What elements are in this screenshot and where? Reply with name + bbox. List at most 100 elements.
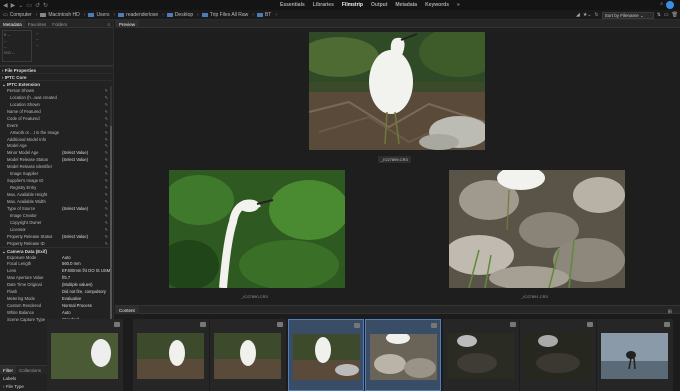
tab-preview[interactable]: Preview	[115, 20, 140, 28]
breadcrumb-item[interactable]: Macintosh HD ›	[40, 12, 85, 18]
pencil-icon[interactable]: ✎	[105, 102, 108, 107]
workspace-libraries[interactable]: Libraries	[313, 2, 334, 8]
thumbnail-cell-selected[interactable]	[288, 319, 364, 391]
breadcrumb-item[interactable]: Trip Files All Raw ›	[201, 12, 254, 18]
pencil-icon[interactable]: ✎	[105, 150, 108, 155]
tab-collections[interactable]: Collections	[16, 366, 44, 374]
section-camera-data[interactable]: ⌄ Camera Data (Exif)	[0, 246, 113, 254]
workspace-output[interactable]: Output	[371, 2, 387, 8]
pencil-icon[interactable]: ✎	[105, 130, 108, 135]
pencil-icon[interactable]: ✎	[105, 137, 108, 142]
metadata-row[interactable]: Exposure Mode Auto	[0, 254, 113, 261]
metadata-row-value[interactable]: Auto	[62, 310, 71, 315]
metadata-row[interactable]: Max. Available Height ✎	[0, 191, 113, 198]
metadata-row[interactable]: Property Release ID ✎	[0, 240, 113, 247]
recent-icon[interactable]: ⌄	[18, 2, 23, 9]
pencil-icon[interactable]: ✎	[105, 220, 108, 225]
pencil-icon[interactable]: ✎	[105, 123, 108, 128]
user-avatar-icon[interactable]	[666, 1, 674, 9]
pencil-icon[interactable]: ✎	[105, 109, 108, 114]
back-icon[interactable]: ◀	[3, 2, 8, 9]
metadata-row[interactable]: Property Release Status (Select Value) ✎	[0, 233, 113, 240]
quality-icon[interactable]: ◢	[576, 12, 580, 18]
metadata-row-value[interactable]: f/5.7	[62, 275, 70, 280]
redo-icon[interactable]: ↻	[43, 2, 48, 9]
tab-metadata[interactable]: Metadata	[0, 20, 25, 27]
tab-favorites[interactable]: Favorites	[25, 20, 50, 27]
pencil-icon[interactable]: ✎	[105, 213, 108, 218]
metadata-row[interactable]: Image Supplier ✎	[0, 170, 113, 177]
preview-image-right[interactable]	[449, 170, 625, 288]
sort-select[interactable]: Sort by Filename ⌄	[601, 11, 654, 19]
breadcrumb-item[interactable]: readenderlose ›	[118, 12, 164, 18]
metadata-row[interactable]: Metering Mode Evaluative	[0, 295, 113, 302]
metadata-row-value[interactable]: (Select Value)	[62, 150, 88, 155]
metadata-row[interactable]: White Balance Auto	[0, 309, 113, 316]
breadcrumb-item[interactable]: ▭ Computer ›	[3, 12, 37, 18]
metadata-row[interactable]: Image Creator ✎	[0, 212, 113, 219]
workspace-filmstrip[interactable]: Filmstrip	[342, 2, 363, 8]
pencil-icon[interactable]: ✎	[105, 206, 108, 211]
metadata-row[interactable]: Additional Model Info ✎	[0, 136, 113, 143]
preview-image-left[interactable]	[169, 170, 345, 288]
breadcrumb-item[interactable]: Desktop ›	[166, 12, 199, 18]
metadata-row[interactable]: Flash Did not fire, compulsory	[0, 288, 113, 295]
metadata-row-value[interactable]: Normal Process	[62, 303, 92, 308]
metadata-row[interactable]: Date Time Original (Multiple values)	[0, 281, 113, 288]
section-iptc-core[interactable]: › IPTC Core	[0, 73, 113, 80]
pencil-icon[interactable]: ✎	[105, 185, 108, 190]
pencil-icon[interactable]: ✎	[105, 192, 108, 197]
pencil-icon[interactable]: ✎	[105, 234, 108, 239]
metadata-row[interactable]: Code of Featured ✎	[0, 115, 113, 122]
workspace-metadata[interactable]: Metadata	[395, 2, 417, 8]
undo-icon[interactable]: ↺	[35, 2, 40, 9]
pencil-icon[interactable]: ✎	[105, 143, 108, 148]
metadata-row[interactable]: Type of Source (Select Value) ✎	[0, 205, 113, 212]
tab-filter[interactable]: Filter	[0, 366, 16, 374]
breadcrumb-item[interactable]: Users ›	[88, 12, 115, 18]
metadata-row[interactable]: Location (h...was created ✎	[0, 94, 113, 101]
thumbnail-cell[interactable]	[443, 319, 519, 391]
scroll-thumb[interactable]	[110, 126, 112, 326]
thumbnail-cell[interactable]	[520, 319, 596, 391]
panel-menu-icon[interactable]: ≡	[104, 20, 113, 27]
metadata-row[interactable]: Model Release Identifier ✎	[0, 163, 113, 170]
thumbnail-cell[interactable]	[597, 319, 673, 391]
metadata-row[interactable]: Custom Rendered Normal Process	[0, 302, 113, 309]
breadcrumb-item[interactable]: BT ›	[256, 12, 277, 18]
metadata-row[interactable]: Supplier's Image ID ✎	[0, 177, 113, 184]
metadata-row[interactable]: Max. Available Width ✎	[0, 198, 113, 205]
pencil-icon[interactable]: ✎	[105, 178, 108, 183]
workspace-essentials[interactable]: Essentials	[280, 2, 305, 8]
metadata-row[interactable]: Location Shown ✎	[0, 101, 113, 108]
camera-icon[interactable]: ▭	[26, 2, 32, 9]
metadata-row[interactable]: Registry Entry ✎	[0, 184, 113, 191]
pencil-icon[interactable]: ✎	[105, 88, 108, 93]
new-folder-icon[interactable]: ▭	[664, 12, 669, 18]
metadata-row[interactable]: Lens EF400mm f/4 DO IS USM	[0, 267, 113, 274]
metadata-row-value[interactable]: (Select Value)	[62, 157, 88, 162]
pencil-icon[interactable]: ✎	[105, 116, 108, 121]
tab-folders[interactable]: Folders	[49, 20, 70, 27]
delete-icon[interactable]: 🗑	[672, 12, 678, 18]
pencil-icon[interactable]: ✎	[105, 227, 108, 232]
metadata-row[interactable]: Model Age ✎	[0, 143, 113, 150]
pencil-icon[interactable]: ✎	[105, 241, 108, 246]
metadata-row-value[interactable]: (Multiple values)	[62, 282, 93, 287]
metadata-row-value[interactable]: Did not fire, compulsory	[62, 289, 106, 294]
thumbnail-cell-selected[interactable]	[365, 319, 441, 391]
thumbnail-cell[interactable]	[210, 319, 286, 391]
search-icon[interactable]: ⌕	[660, 1, 663, 9]
pencil-icon[interactable]: ✎	[105, 95, 108, 100]
rotate-icon[interactable]: ↻	[595, 12, 599, 18]
metadata-row-value[interactable]: Auto	[62, 255, 71, 260]
thumbnail-cell[interactable]	[47, 319, 123, 391]
preview-image-top[interactable]	[309, 32, 485, 150]
metadata-row-value[interactable]: Evaluative	[62, 296, 81, 301]
pencil-icon[interactable]: ✎	[105, 164, 108, 169]
sort-direction-icon[interactable]: ⇅	[657, 12, 661, 18]
section-file-properties[interactable]: › File Properties	[0, 66, 113, 73]
section-iptc-extension[interactable]: ⌄ IPTC Extension	[0, 80, 113, 87]
metadata-row[interactable]: Person Shown ✎	[0, 87, 113, 94]
metadata-row[interactable]: Artwork or ...t in the Image ✎	[0, 129, 113, 136]
